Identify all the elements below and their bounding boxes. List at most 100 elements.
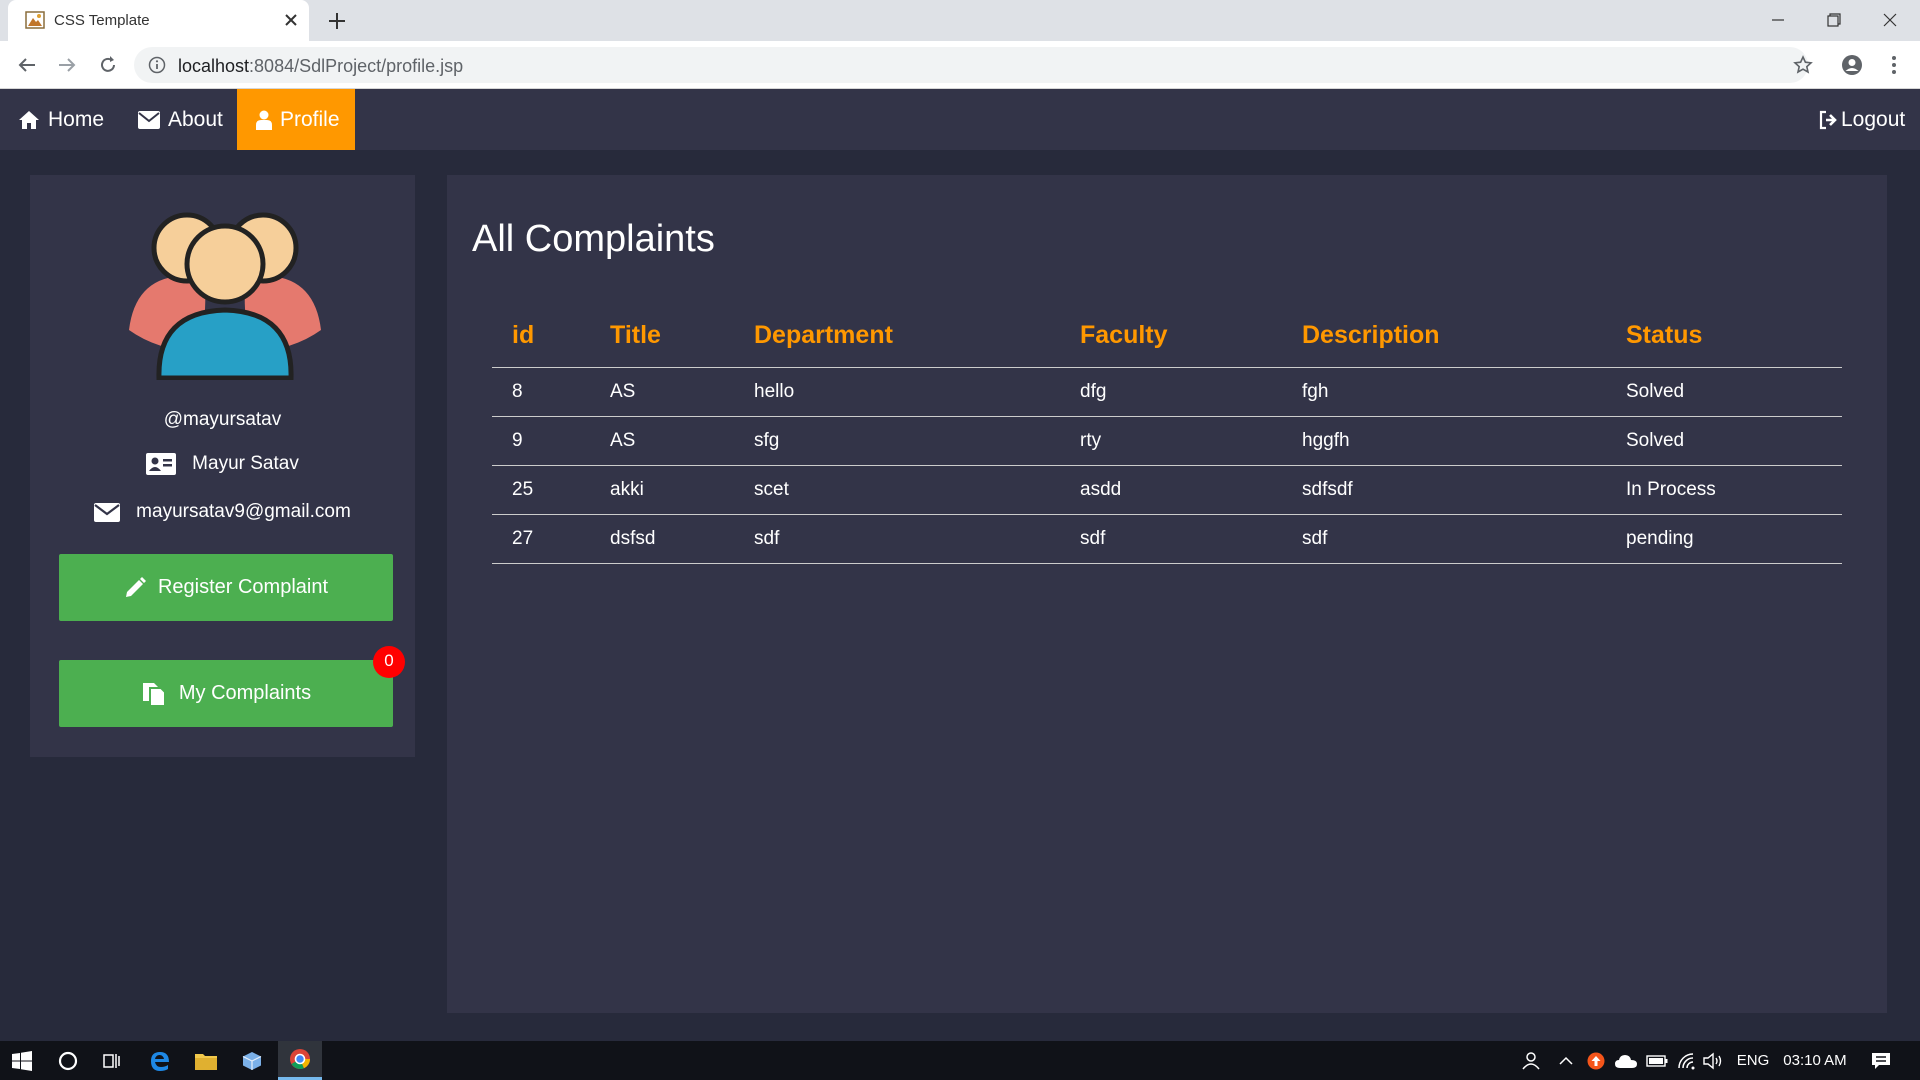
nav-logout[interactable]: Logout <box>1805 89 1919 150</box>
chrome-taskbar-icon[interactable] <box>278 1041 322 1080</box>
table-cell: pending <box>1606 514 1842 564</box>
window-close-icon[interactable] <box>1862 0 1918 40</box>
column-header: Status <box>1606 305 1842 368</box>
back-icon[interactable] <box>15 53 39 77</box>
favicon-icon <box>25 10 45 30</box>
copy-icon <box>141 681 167 707</box>
nav-logout-label: Logout <box>1841 107 1906 131</box>
profile-name-row: Mayur Satav <box>30 453 415 475</box>
table-cell: sdf <box>1282 514 1606 564</box>
nav-profile[interactable]: Profile <box>237 89 355 150</box>
os-taskbar: ENG 03:10 AM <box>0 1041 1920 1080</box>
update-arrow-icon[interactable] <box>1583 1041 1609 1080</box>
table-cell: sdfsdf <box>1282 465 1606 515</box>
top-navbar: Home About Profile Logout <box>0 89 1920 150</box>
table-cell: Solved <box>1606 416 1842 466</box>
username-handle: @mayursatav <box>163 409 282 430</box>
table-cell: scet <box>734 465 1060 515</box>
chevron-up-icon[interactable] <box>1553 1041 1579 1080</box>
action-center-icon[interactable] <box>1864 1041 1898 1080</box>
browser-tabstrip: CSS Template <box>0 0 1920 41</box>
windows-start-icon[interactable] <box>0 1041 44 1080</box>
table-cell: AS <box>590 416 734 466</box>
star-icon[interactable] <box>1793 55 1813 75</box>
onedrive-cloud-icon[interactable] <box>1612 1041 1640 1080</box>
table-cell: 9 <box>492 416 590 466</box>
browser-tab[interactable]: CSS Template <box>8 0 309 41</box>
column-header: Description <box>1282 305 1606 368</box>
table-cell: Solved <box>1606 367 1842 417</box>
table-cell: dfg <box>1060 367 1282 417</box>
logout-icon <box>1819 110 1839 130</box>
table-header-row: id Title Department Faculty Description … <box>492 305 1842 368</box>
table-cell: asdd <box>1060 465 1282 515</box>
table-cell: fgh <box>1282 367 1606 417</box>
home-icon <box>18 110 40 130</box>
restore-icon[interactable] <box>1806 0 1862 40</box>
pencil-icon <box>124 576 146 599</box>
table-cell: AS <box>590 367 734 417</box>
nav-profile-label: Profile <box>280 107 340 131</box>
forward-icon[interactable] <box>55 53 79 77</box>
column-header: Department <box>734 305 1060 368</box>
table-cell: 27 <box>492 514 590 564</box>
close-icon[interactable] <box>280 9 302 31</box>
id-card-icon <box>146 453 177 475</box>
tab-title: CSS Template <box>54 12 150 29</box>
table-cell: 25 <box>492 465 590 515</box>
reload-icon[interactable] <box>96 53 120 77</box>
task-view-icon[interactable] <box>92 1041 132 1080</box>
register-complaint-button[interactable]: Register Complaint <box>59 554 393 621</box>
minimize-icon[interactable] <box>1750 0 1806 40</box>
profile-sidebar: @mayursatav Mayur Satav mayursatav9@gmai… <box>30 175 415 757</box>
profile-email: mayursatav9@gmail.com <box>136 501 351 522</box>
users-avatar <box>127 212 323 380</box>
table-cell: sdf <box>1060 514 1282 564</box>
wifi-icon[interactable] <box>1673 1041 1701 1080</box>
edge-browser-icon[interactable] <box>140 1041 180 1080</box>
table-cell: akki <box>590 465 734 515</box>
envelope-icon <box>94 502 121 522</box>
column-header: Title <box>590 305 734 368</box>
account-icon[interactable] <box>1840 53 1864 77</box>
register-complaint-label: Register Complaint <box>157 576 329 598</box>
user-icon <box>256 110 272 130</box>
cortana-search-icon[interactable] <box>48 1041 88 1080</box>
people-icon[interactable] <box>1515 1041 1545 1080</box>
menu-dots-icon[interactable] <box>1882 53 1906 77</box>
table-row: 9 AS sfg rty hggfh Solved <box>492 416 1842 466</box>
volume-icon[interactable] <box>1700 1041 1728 1080</box>
new-tab-icon[interactable] <box>324 8 350 34</box>
table-cell: hggfh <box>1282 416 1606 466</box>
nav-about-label: About <box>168 107 223 131</box>
browser-toolbar: localhost:8084/SdlProject/profile.jsp <box>0 41 1920 89</box>
complaints-panel: All Complaints id Title Department Facul… <box>447 175 1887 1013</box>
battery-icon[interactable] <box>1643 1041 1671 1080</box>
url-text: localhost:8084/SdlProject/profile.jsp <box>178 56 464 76</box>
table-cell: sfg <box>734 416 1060 466</box>
nav-about[interactable]: About <box>124 89 237 150</box>
info-icon[interactable] <box>148 56 166 74</box>
table-cell: dsfsd <box>590 514 734 564</box>
address-bar[interactable]: localhost:8084/SdlProject/profile.jsp <box>134 47 1813 83</box>
table-cell: 8 <box>492 367 590 417</box>
complaints-count-badge: 0 <box>373 646 405 678</box>
complaints-table: id Title Department Faculty Description … <box>492 305 1842 564</box>
table-cell: sdf <box>734 514 1060 564</box>
envelope-icon <box>138 110 160 129</box>
page-title: All Complaints <box>472 218 715 260</box>
table-row: 25 akki scet asdd sdfsdf In Process <box>492 465 1842 515</box>
profile-email-row: mayursatav9@gmail.com <box>30 501 415 523</box>
profile-name: Mayur Satav <box>192 453 299 474</box>
app-cube-icon[interactable] <box>232 1041 272 1080</box>
nav-home[interactable]: Home <box>4 89 118 150</box>
language-indicator[interactable]: ENG <box>1730 1041 1776 1080</box>
nav-home-label: Home <box>48 107 105 131</box>
taskbar-clock[interactable]: 03:10 AM <box>1778 1041 1852 1080</box>
table-row: 8 AS hello dfg fgh Solved <box>492 367 1842 417</box>
table-row: 27 dsfsd sdf sdf sdf pending <box>492 514 1842 564</box>
file-explorer-icon[interactable] <box>186 1041 226 1080</box>
my-complaints-button[interactable]: My Complaints <box>59 660 393 727</box>
table-cell: rty <box>1060 416 1282 466</box>
column-header: id <box>492 305 590 368</box>
